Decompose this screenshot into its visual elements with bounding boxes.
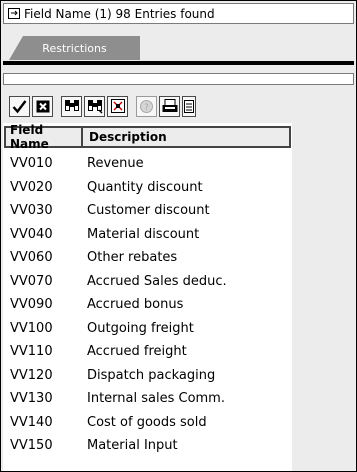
field-name-cell: VV010 bbox=[10, 156, 53, 172]
table-body: VV010 Revenue VV020 Quantity discount VV03… bbox=[4, 152, 291, 458]
description-cell: Customer discount bbox=[87, 203, 210, 219]
table-row[interactable]: VV100 Outgoing freight bbox=[4, 317, 291, 341]
description-cell: Accrued freight bbox=[87, 344, 187, 360]
table-row[interactable]: VV060 Other rebates bbox=[4, 246, 291, 270]
table-row[interactable]: VV020 Quantity discount bbox=[4, 176, 291, 200]
tab-restrictions-label: Restrictions bbox=[42, 41, 107, 55]
find-icon bbox=[64, 99, 79, 111]
description-cell: Outgoing freight bbox=[87, 320, 194, 336]
find-button[interactable] bbox=[61, 95, 82, 117]
field-name-cell: VV150 bbox=[10, 438, 53, 454]
field-name-cell: VV120 bbox=[10, 367, 53, 383]
column-header-field-name-label: Field Name bbox=[10, 123, 49, 151]
field-name-cell: VV070 bbox=[10, 273, 53, 289]
table-row[interactable]: VV090 Accrued bonus bbox=[4, 293, 291, 317]
tab-restrictions[interactable]: Restrictions bbox=[9, 36, 140, 60]
close-icon bbox=[36, 100, 49, 112]
document-icon bbox=[184, 99, 194, 113]
description-cell: Dispatch packaging bbox=[87, 367, 216, 383]
field-name-cell: VV060 bbox=[10, 250, 53, 266]
column-header-description[interactable]: Description bbox=[83, 130, 167, 144]
tab-strip: Restrictions bbox=[3, 25, 354, 69]
continue-button[interactable] bbox=[9, 95, 30, 117]
empty-column-area bbox=[292, 123, 356, 471]
document-button[interactable] bbox=[182, 95, 196, 117]
tab-divider bbox=[3, 61, 354, 65]
description-cell: Accrued bonus bbox=[87, 297, 184, 313]
description-cell: Material Input bbox=[87, 438, 178, 454]
table-row[interactable]: VV010 Revenue bbox=[4, 152, 291, 176]
field-name-cell: VV090 bbox=[10, 297, 53, 313]
results-list: Field Name Description VV010 Revenue VV02… bbox=[3, 123, 356, 471]
table-row[interactable]: VV150 Material Input bbox=[4, 434, 291, 458]
table-row[interactable]: VV130 Internal sales Comm. bbox=[4, 387, 291, 411]
restrictions-bar bbox=[3, 73, 354, 85]
column-header-field-name[interactable]: Field Name bbox=[6, 123, 83, 151]
description-cell: Internal sales Comm. bbox=[87, 391, 225, 407]
help-button[interactable]: ? bbox=[136, 95, 157, 117]
field-name-cell: VV030 bbox=[10, 203, 53, 219]
sort-icon bbox=[110, 99, 125, 113]
field-name-cell: VV100 bbox=[10, 320, 53, 336]
cancel-button[interactable] bbox=[32, 95, 53, 117]
table-row[interactable]: VV070 Accrued Sales deduc. bbox=[4, 270, 291, 294]
table-row[interactable]: VV110 Accrued freight bbox=[4, 340, 291, 364]
description-cell: Other rebates bbox=[87, 250, 178, 266]
search-help-window: Field Name (1) 98 Entries found Restrict… bbox=[0, 0, 357, 472]
print-button[interactable] bbox=[159, 95, 180, 117]
table-header: Field Name Description bbox=[4, 123, 291, 151]
table-row[interactable]: VV030 Customer discount bbox=[4, 199, 291, 223]
title-bar: Field Name (1) 98 Entries found bbox=[3, 3, 354, 24]
window-icon bbox=[8, 8, 20, 19]
description-cell: Cost of goods sold bbox=[87, 414, 207, 430]
sort-button[interactable] bbox=[107, 95, 128, 117]
help-icon: ? bbox=[140, 99, 153, 113]
table-row[interactable]: VV120 Dispatch packaging bbox=[4, 364, 291, 388]
checkmark-icon bbox=[12, 99, 27, 113]
window-title: Field Name (1) 98 Entries found bbox=[24, 6, 215, 21]
description-cell: Accrued Sales deduc. bbox=[87, 273, 227, 289]
field-name-cell: VV040 bbox=[10, 226, 53, 242]
svg-text:?: ? bbox=[144, 103, 149, 113]
field-name-cell: VV140 bbox=[10, 414, 53, 430]
column-header-description-label: Description bbox=[89, 130, 167, 144]
find-next-icon bbox=[87, 99, 103, 114]
field-name-cell: VV130 bbox=[10, 391, 53, 407]
toolbar: ? bbox=[3, 91, 354, 121]
find-next-button[interactable] bbox=[84, 95, 105, 117]
description-cell: Material discount bbox=[87, 226, 200, 242]
field-name-cell: VV110 bbox=[10, 344, 53, 360]
table-row[interactable]: VV140 Cost of goods sold bbox=[4, 411, 291, 435]
print-icon bbox=[162, 99, 177, 112]
description-cell: Quantity discount bbox=[87, 179, 203, 195]
table-row[interactable]: VV040 Material discount bbox=[4, 223, 291, 247]
field-name-cell: VV020 bbox=[10, 179, 53, 195]
description-cell: Revenue bbox=[87, 156, 144, 172]
